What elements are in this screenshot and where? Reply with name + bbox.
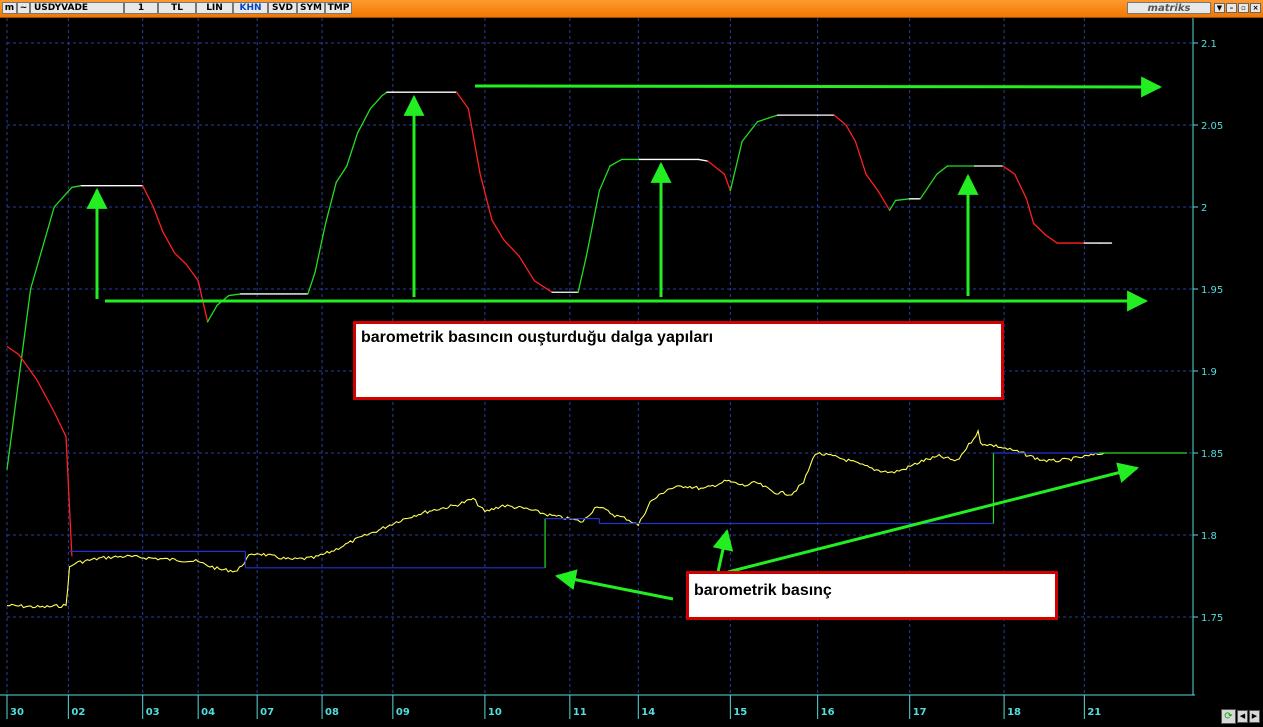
pressure-annotation-text: barometrik basınç: [694, 582, 832, 599]
y-tick-label: 1.85: [1201, 449, 1223, 460]
x-tick-label: 16: [821, 707, 835, 718]
symbol-field[interactable]: USDYVADE: [30, 2, 124, 14]
y-tick-label: 2.05: [1201, 121, 1223, 132]
x-tick-label: 02: [71, 707, 85, 718]
x-tick-label: 11: [573, 707, 587, 718]
toolbar-button-tmp[interactable]: TMP: [325, 2, 352, 14]
x-tick-label: 15: [733, 707, 747, 718]
y-tick-label: 1.95: [1201, 285, 1223, 296]
x-tick-label: 17: [913, 707, 927, 718]
y-tick-label: 1.75: [1201, 613, 1223, 624]
y-tick-label: 1.9: [1201, 367, 1217, 378]
m-icon[interactable]: m: [2, 2, 17, 14]
scroll-left-icon[interactable]: ◀: [1237, 710, 1248, 723]
x-tick-label: 09: [396, 707, 410, 718]
toolbar-button-1[interactable]: 1: [124, 2, 158, 14]
refresh-icon[interactable]: ⟳: [1221, 709, 1236, 724]
toolbar-button-lin[interactable]: LIN: [196, 2, 233, 14]
toolbar-button-svd[interactable]: SVD: [268, 2, 297, 14]
y-tick-label: 2.1: [1201, 39, 1217, 50]
x-tick-label: 21: [1087, 707, 1101, 718]
wave-annotation-box: barometrik basıncın ouşturduğu dalga yap…: [353, 321, 1004, 400]
chart-toolbar: m ~ USDYVADE 1 TL LIN KHN SVD SYM TMP matriks …: [0, 0, 1263, 18]
close-window-button[interactable]: ×: [1250, 3, 1261, 13]
line-style-icon[interactable]: ~: [17, 2, 30, 14]
y-axis: 1.75 1.8 1.85 1.9 1.95 2 2.05 2.1: [1193, 39, 1223, 624]
wave-annotation-text: barometrik basıncın ouşturduğu dalga yap…: [361, 329, 714, 346]
brand-logo: matriks: [1127, 2, 1211, 14]
x-tick-label: 10: [488, 707, 502, 718]
x-tick-label: 30: [10, 707, 24, 718]
y-tick-label: 1.8: [1201, 531, 1217, 542]
toolbar-button-sym[interactable]: SYM: [297, 2, 325, 14]
y-tick-label: 2: [1201, 203, 1207, 214]
x-tick-label: 03: [146, 707, 160, 718]
arrow-top-right: [474, 76, 1163, 98]
restore-window-button[interactable]: ▫: [1238, 3, 1249, 13]
toolbar-button-khn[interactable]: KHN: [233, 2, 268, 14]
dropdown-window-button[interactable]: ▼: [1214, 3, 1225, 13]
x-axis: 30 02 03 04 07 08 09 10 11 14 15 16 17 18 21: [6, 695, 1101, 719]
toolbar-button-tl[interactable]: TL: [158, 2, 196, 14]
x-tick-label: 18: [1007, 707, 1021, 718]
scroll-right-icon[interactable]: ▶: [1249, 710, 1260, 723]
minimize-window-button[interactable]: –: [1226, 3, 1237, 13]
x-tick-label: 08: [325, 707, 339, 718]
x-tick-label: 04: [201, 707, 215, 718]
x-tick-label: 14: [641, 707, 655, 718]
pressure-annotation-box: barometrik basınç: [686, 571, 1058, 620]
x-tick-label: 07: [260, 707, 274, 718]
